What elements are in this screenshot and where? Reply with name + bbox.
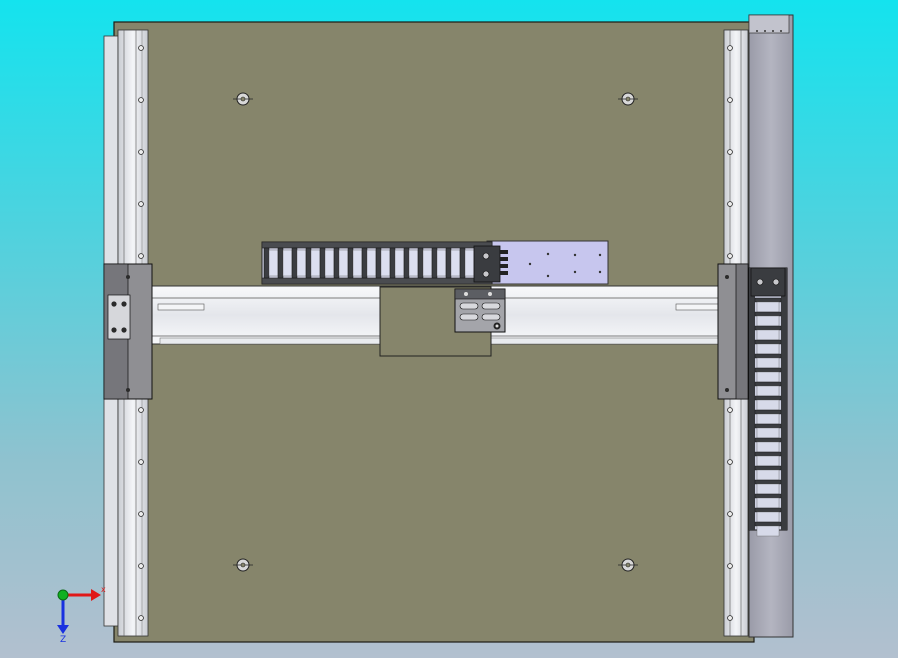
chain-link: [417, 247, 433, 279]
chain-link: [389, 247, 405, 279]
chain-link: [291, 247, 307, 279]
chain-link: [754, 437, 782, 453]
chain-link: [305, 247, 321, 279]
rail-screw: [727, 149, 733, 155]
rail-screw: [138, 201, 144, 207]
chain-link: [754, 507, 782, 523]
rail-screw: [138, 45, 144, 51]
rail-screw: [138, 459, 144, 465]
chain-link: [754, 479, 782, 495]
chain-link: [754, 451, 782, 467]
chain-link: [333, 247, 349, 279]
chain-link: [754, 395, 782, 411]
chain-link: [459, 247, 475, 279]
cad-viewport[interactable]: x Z: [0, 0, 898, 658]
chain-link: [754, 381, 782, 397]
chain-link: [754, 521, 782, 537]
chain-links: [263, 247, 475, 279]
chain-link: [754, 423, 782, 439]
rail-screw: [138, 563, 144, 569]
chain-link: [445, 247, 461, 279]
rail-screw: [727, 563, 733, 569]
rail-screw: [727, 459, 733, 465]
chain-link: [754, 339, 782, 355]
rail-screw: [727, 97, 733, 103]
carriage-connector-block: [454, 288, 506, 333]
rail-screw: [138, 149, 144, 155]
chain-link: [754, 367, 782, 383]
chain-link: [754, 325, 782, 341]
chain-link: [277, 247, 293, 279]
chain-link: [754, 297, 782, 313]
rail-screw: [727, 253, 733, 259]
rail-screw: [727, 407, 733, 413]
rail-screw: [138, 615, 144, 621]
chain-link: [319, 247, 335, 279]
chain-link: [361, 247, 377, 279]
coordinate-triad: x Z: [57, 585, 106, 645]
chain-links: [754, 297, 782, 537]
chain-link: [754, 465, 782, 481]
rail-screw: [727, 201, 733, 207]
chain-link: [754, 353, 782, 369]
left-carriage-bracket: [103, 263, 153, 400]
rail-screw: [138, 511, 144, 517]
chain-link: [431, 247, 447, 279]
svg-text:x: x: [101, 585, 106, 594]
motor-mount-plate: [486, 240, 609, 285]
axis-z-label: Z: [60, 635, 66, 645]
chain-link: [403, 247, 419, 279]
chain-link: [375, 247, 391, 279]
rail-screw: [138, 407, 144, 413]
right-carriage-bracket: [717, 263, 749, 400]
rail-screw: [727, 615, 733, 621]
rail-screw: [138, 253, 144, 259]
chain-link: [754, 493, 782, 509]
chain-link: [263, 247, 279, 279]
rail-screw: [727, 45, 733, 51]
chain-link: [347, 247, 363, 279]
chain-link: [754, 311, 782, 327]
rail-screw: [138, 97, 144, 103]
rail-screw: [727, 511, 733, 517]
chain-link: [754, 409, 782, 425]
